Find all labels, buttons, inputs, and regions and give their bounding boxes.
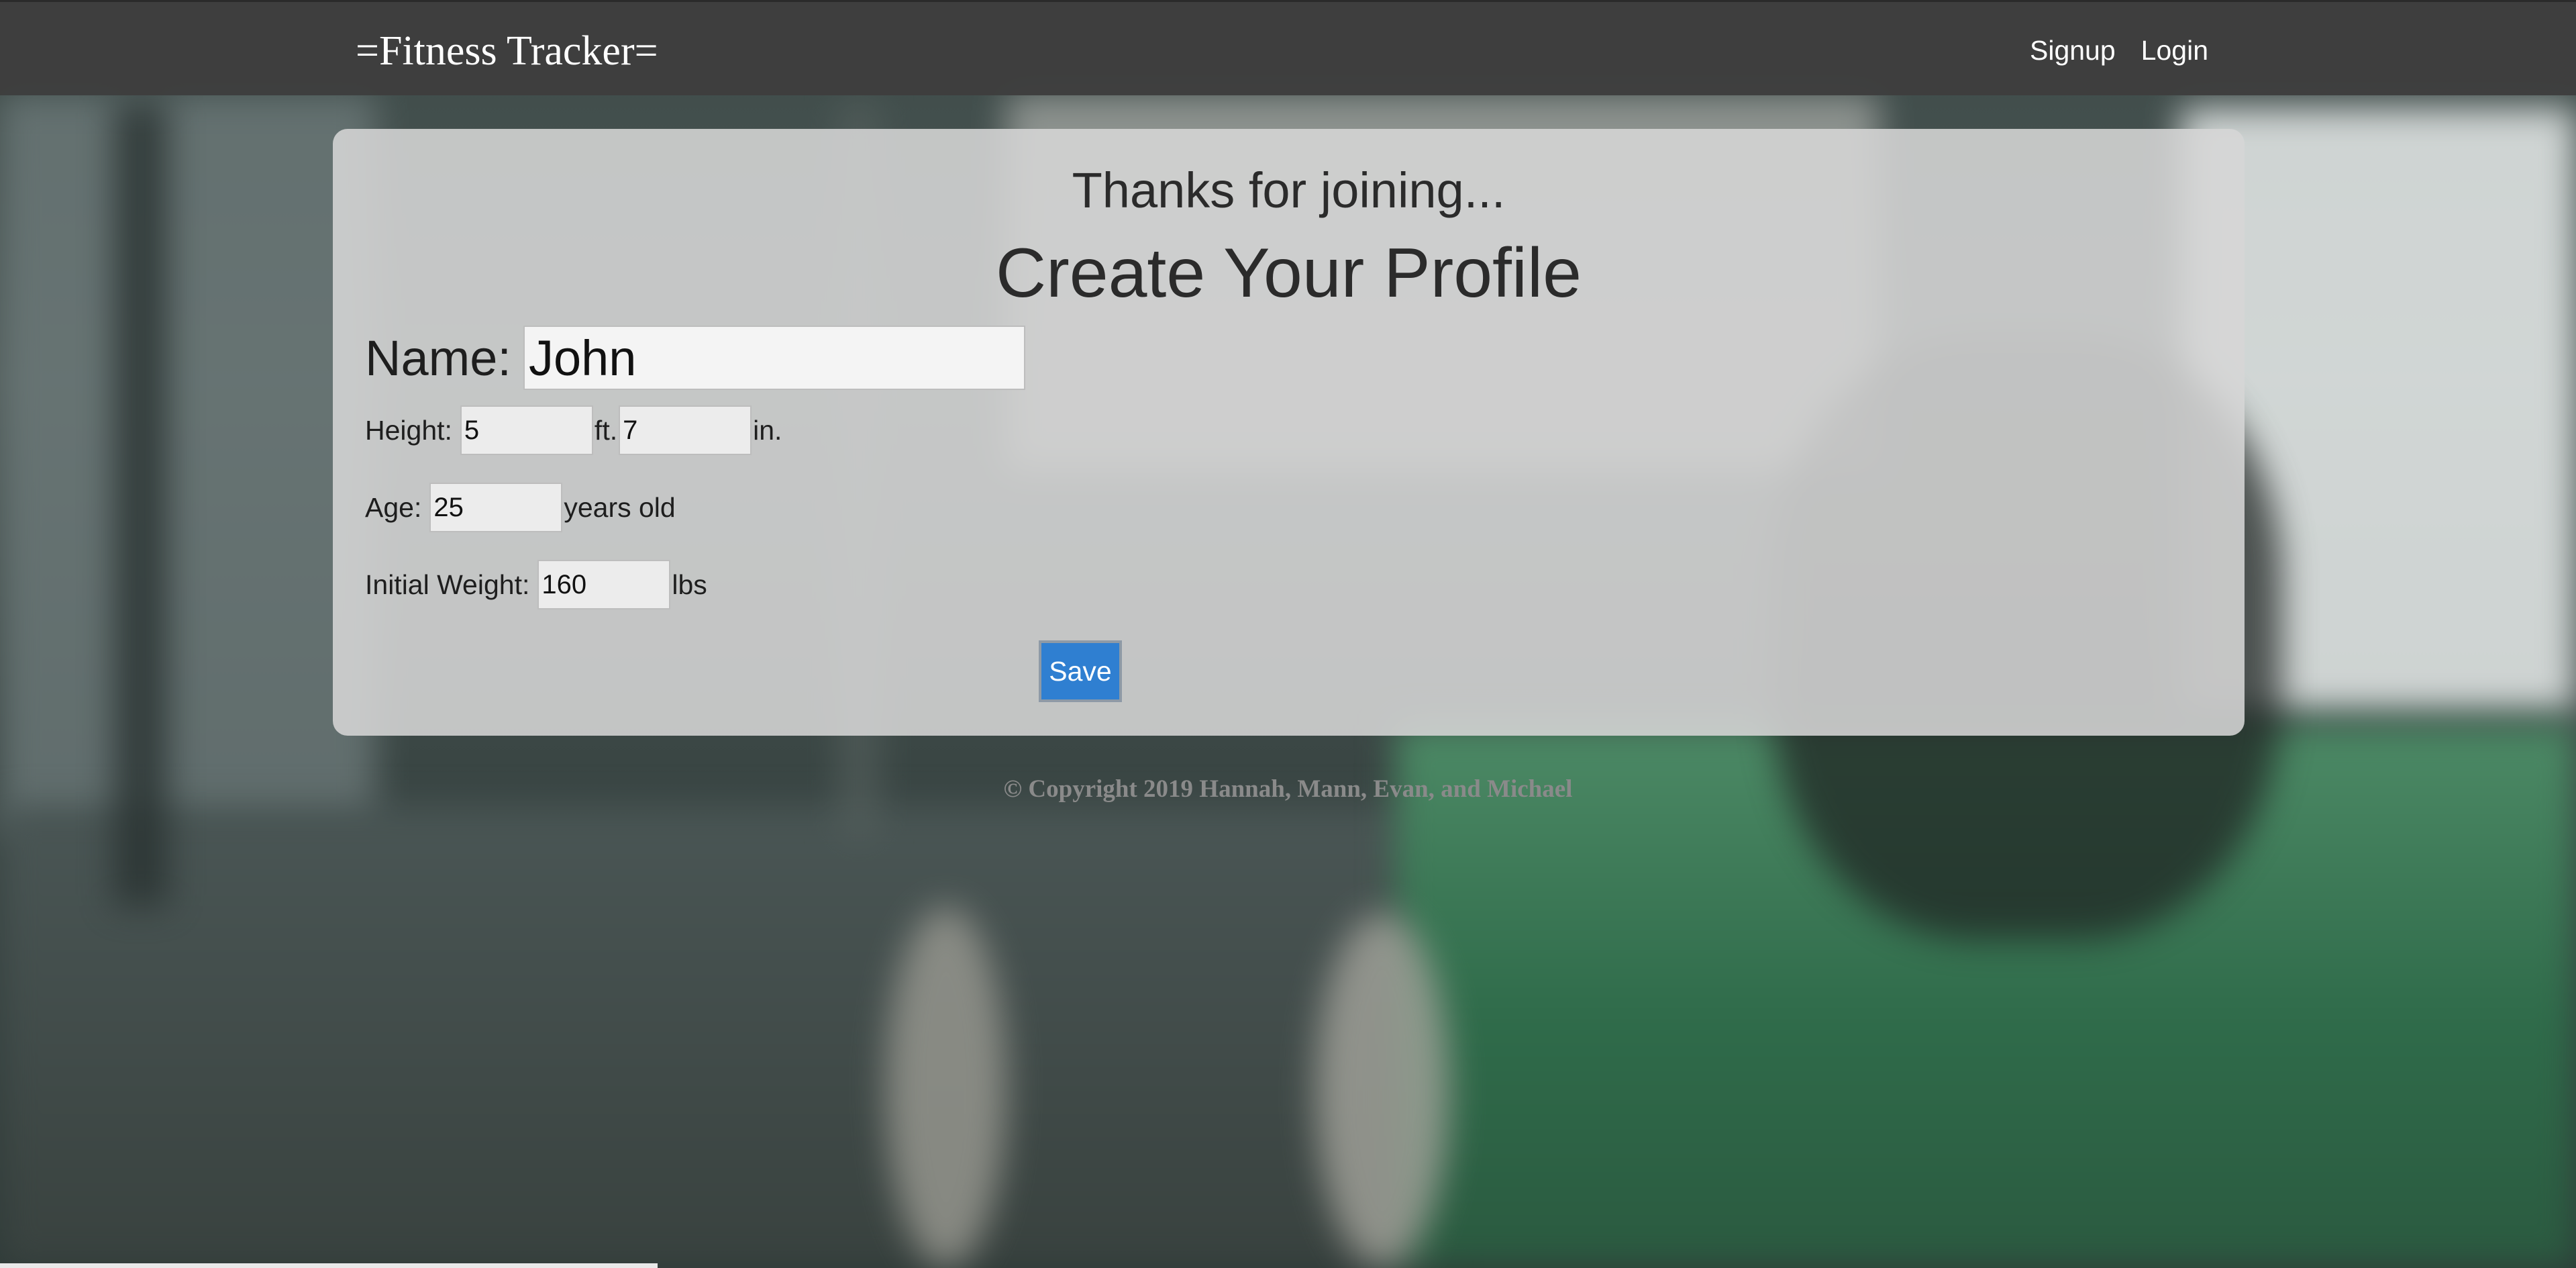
save-button[interactable]: Save (1039, 640, 1122, 702)
weight-unit-label: lbs (672, 569, 707, 600)
age-field[interactable] (429, 483, 563, 532)
top-navbar: =Fitness Tracker= Signup Login (0, 0, 2576, 95)
nav-links: Signup Login (2030, 32, 2208, 69)
age-unit-label: years old (564, 491, 676, 523)
background-rope (886, 906, 1007, 1268)
brand-link[interactable]: =Fitness Tracker= (356, 21, 658, 81)
bottom-stripe (0, 1263, 658, 1268)
weight-row: Initial Weight: lbs (365, 560, 709, 609)
age-row: Age: years old (365, 483, 677, 532)
profile-card: Thanks for joining... Create Your Profil… (333, 129, 2245, 736)
height-feet-field[interactable] (460, 405, 593, 455)
name-row: Name: (365, 326, 1025, 390)
age-label: Age: (365, 491, 422, 523)
login-link[interactable]: Login (2141, 32, 2208, 69)
initial-weight-field[interactable] (537, 560, 671, 609)
name-label: Name: (365, 330, 511, 386)
background-rope (1315, 913, 1449, 1268)
page-title: Create Your Profile (996, 234, 1582, 312)
background-floor-left (0, 806, 1443, 1268)
name-field[interactable] (523, 326, 1025, 390)
feet-unit-label: ft. (594, 414, 618, 446)
inches-unit-label: in. (753, 414, 782, 446)
height-row: Height: ft. in. (365, 405, 783, 455)
height-label: Height: (365, 414, 452, 446)
background-window-left (0, 94, 376, 832)
copyright-footer: © Copyright 2019 Hannah, Mann, Evan, and… (1003, 775, 1573, 803)
height-inches-field[interactable] (619, 405, 752, 455)
signup-link[interactable]: Signup (2030, 32, 2116, 69)
weight-label: Initial Weight: (365, 569, 530, 600)
card-subtitle: Thanks for joining... (1072, 162, 1506, 218)
